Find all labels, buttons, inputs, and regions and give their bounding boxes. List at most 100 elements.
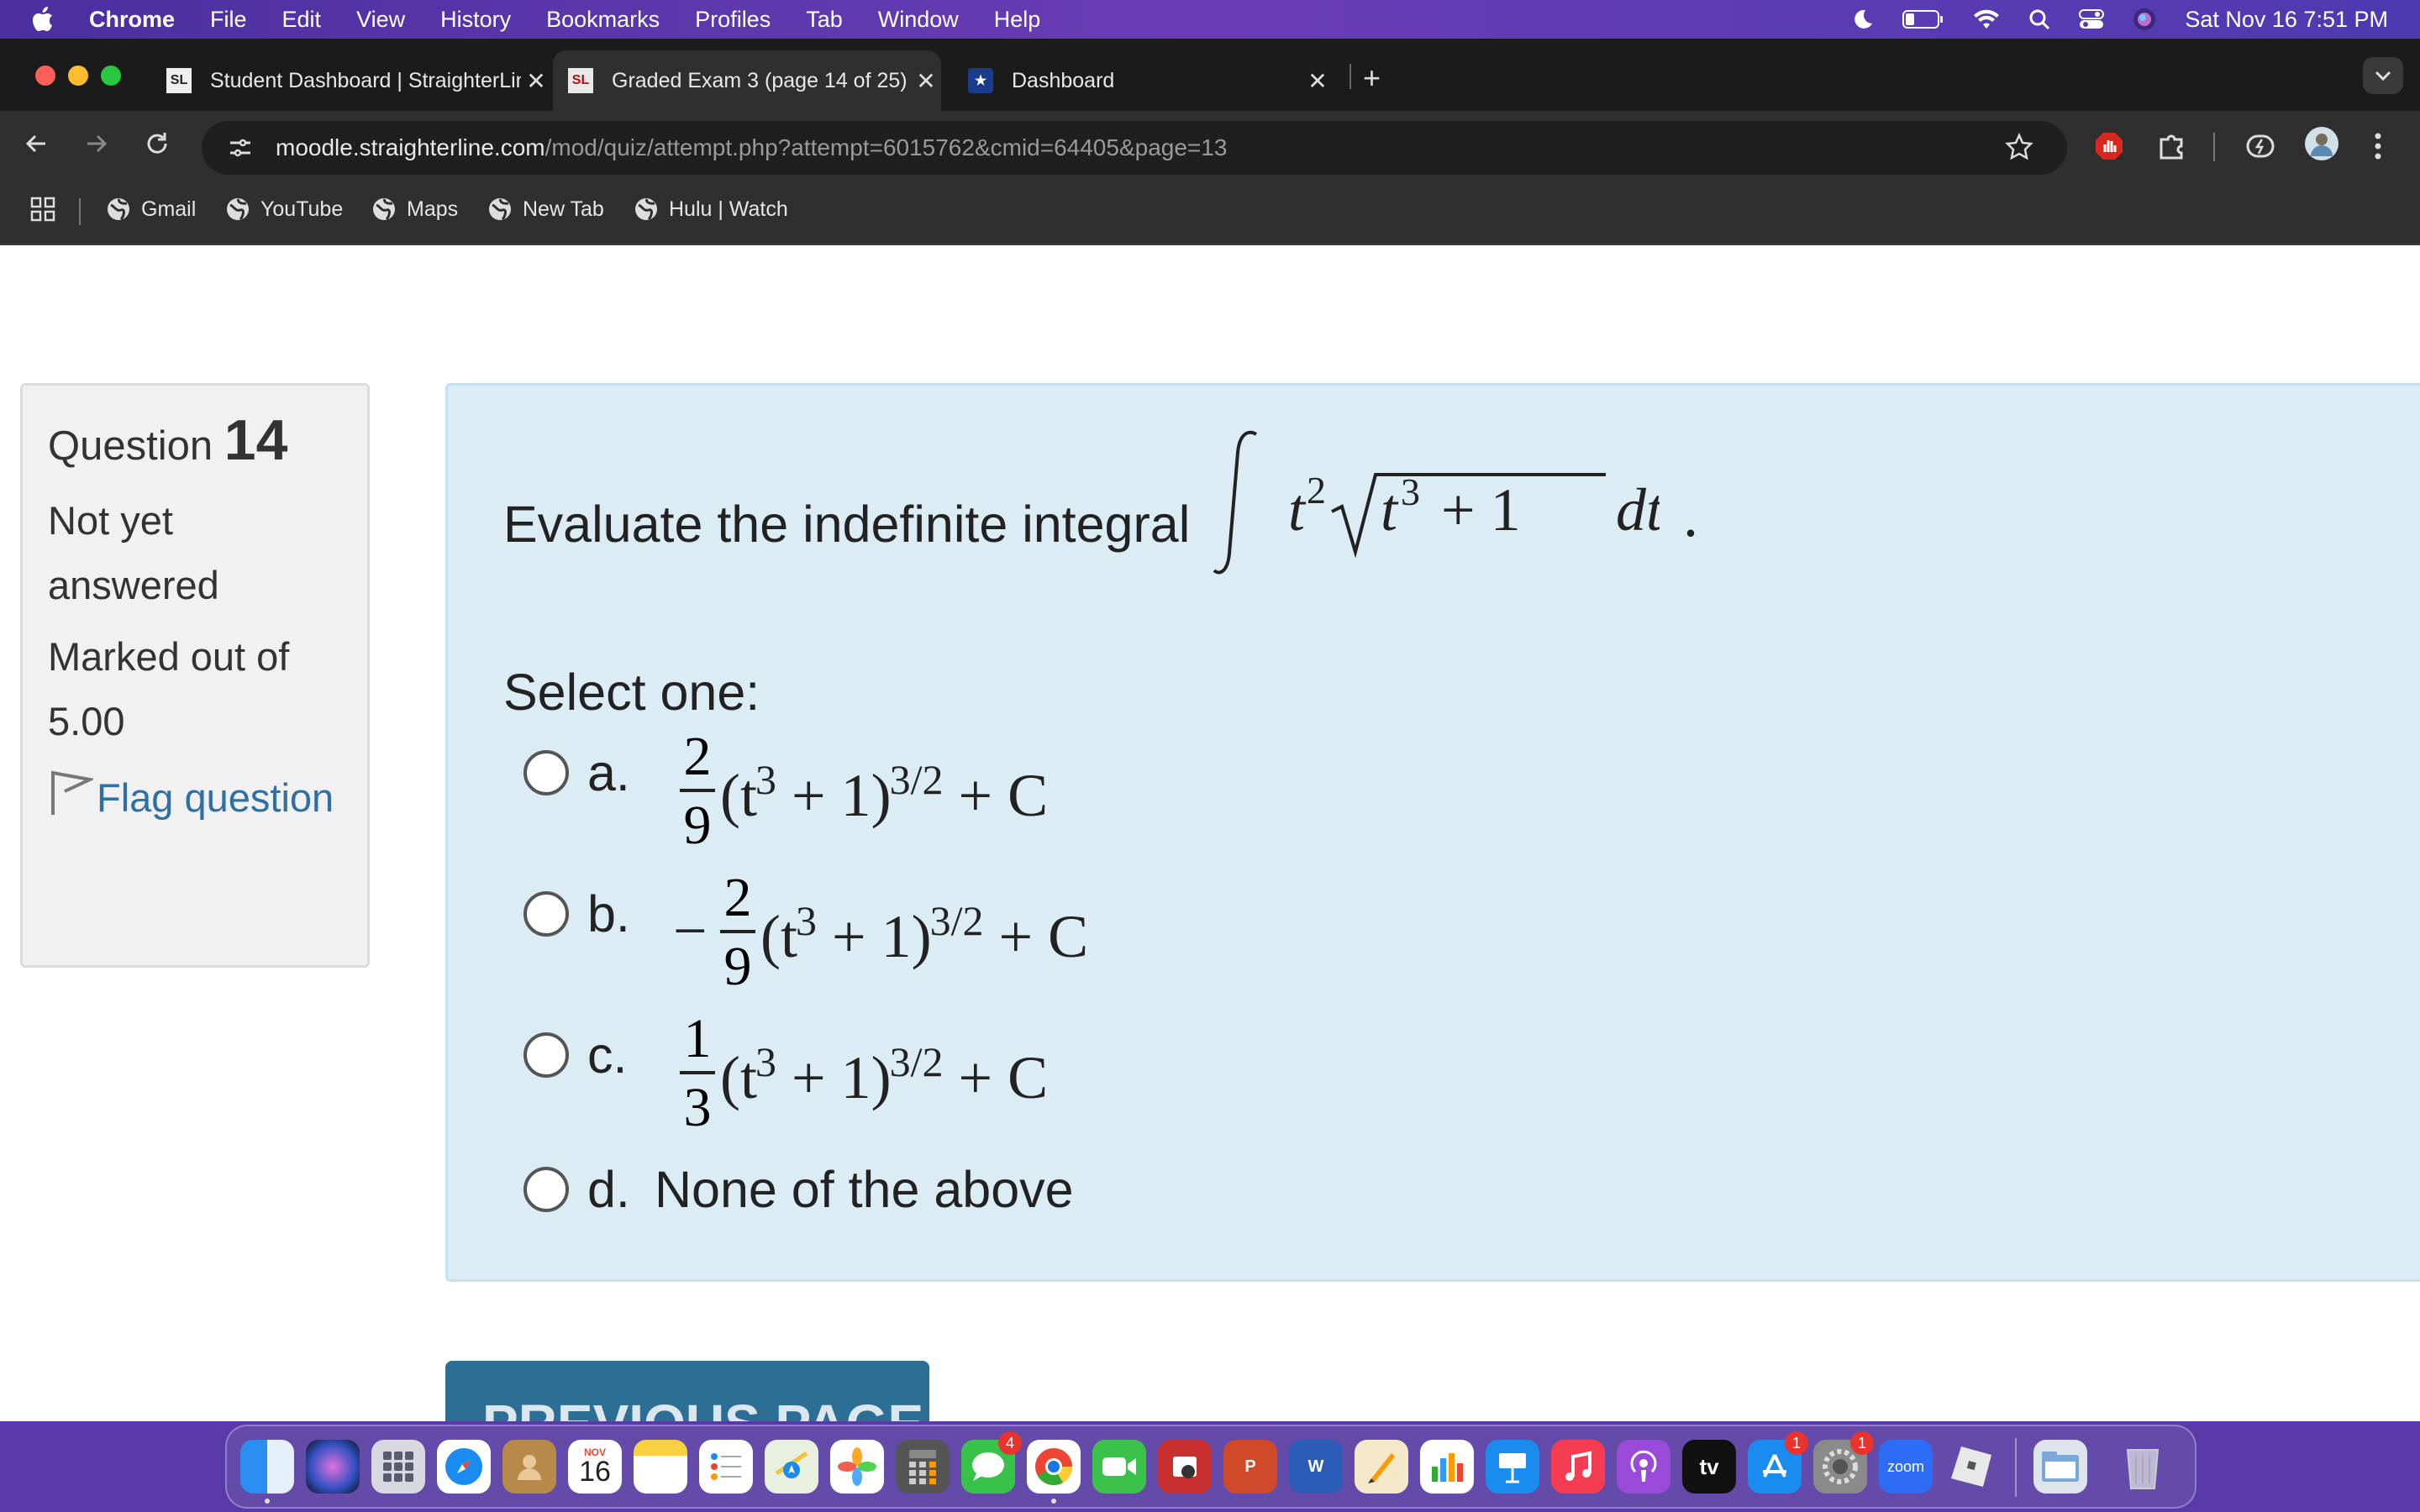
radio-option-b[interactable] xyxy=(523,891,569,937)
trash-icon[interactable] xyxy=(2116,1440,2170,1494)
battery-icon[interactable] xyxy=(1902,9,1944,29)
messages-icon[interactable]: 4 xyxy=(961,1431,1022,1494)
performance-leaf-icon[interactable] xyxy=(2245,131,2275,165)
maps-icon[interactable] xyxy=(765,1440,818,1494)
flag-question-link[interactable]: Flag question xyxy=(48,765,342,835)
close-tab-icon[interactable]: ✕ xyxy=(1302,67,1333,95)
profile-avatar[interactable] xyxy=(2304,126,2339,165)
apple-icon[interactable] xyxy=(32,7,57,32)
radio-option-d[interactable] xyxy=(523,1167,569,1212)
reminders-icon[interactable] xyxy=(699,1440,753,1494)
focus-moon-icon[interactable] xyxy=(1850,8,1874,31)
facetime-icon[interactable] xyxy=(1092,1440,1146,1494)
fraction-denominator: 3 xyxy=(683,1077,712,1138)
tab-title: Graded Exam 3 (page 14 of 25) xyxy=(612,68,908,92)
tab-dashboard[interactable]: ★ Dashboard ✕ xyxy=(963,50,1333,111)
close-tab-icon[interactable]: ✕ xyxy=(911,67,941,95)
safari-icon[interactable] xyxy=(437,1440,491,1494)
spotlight-search-icon[interactable] xyxy=(2028,8,2050,30)
bookmark-star-icon[interactable] xyxy=(2005,132,2033,165)
tab-student-dashboard[interactable]: SL Student Dashboard | StraighterLine ✕ xyxy=(165,50,551,111)
downloads-folder-icon[interactable] xyxy=(2033,1440,2087,1494)
navigation-toolbar: moodle.straighterline.com/mod/quiz/attem… xyxy=(0,111,2420,178)
chrome-icon[interactable] xyxy=(1027,1440,1081,1504)
menu-bookmarks[interactable]: Bookmarks xyxy=(546,7,660,33)
url-domain: moodle.straighterline.com xyxy=(276,134,545,160)
bookmark-youtube[interactable]: YouTube xyxy=(225,197,343,222)
more-options-icon[interactable] xyxy=(2373,131,2383,165)
root-exponent: 3 xyxy=(1401,470,1420,513)
tab-title: Dashboard xyxy=(1012,68,1115,92)
close-tab-icon[interactable]: ✕ xyxy=(521,67,551,95)
siri-app-icon[interactable] xyxy=(306,1440,360,1494)
forward-arrow-icon[interactable] xyxy=(82,129,111,162)
siri-icon[interactable] xyxy=(2133,8,2156,31)
previous-page-button[interactable]: PREVIOUS PAGE xyxy=(445,1361,929,1421)
back-arrow-icon[interactable] xyxy=(22,129,50,162)
menu-window[interactable]: Window xyxy=(878,7,959,33)
globe-icon xyxy=(106,197,131,222)
zoom-icon[interactable]: zoom xyxy=(1879,1440,1933,1494)
tab-title: Student Dashboard | StraighterLine xyxy=(210,68,521,92)
address-bar[interactable]: moodle.straighterline.com/mod/quiz/attem… xyxy=(202,121,2067,175)
menu-tab[interactable]: Tab xyxy=(806,7,843,33)
menu-view[interactable]: View xyxy=(356,7,405,33)
bookmark-new-tab[interactable]: New Tab xyxy=(487,197,604,222)
reload-icon[interactable] xyxy=(143,129,171,162)
zoom-window-button[interactable] xyxy=(101,66,121,86)
extensions-puzzle-icon[interactable] xyxy=(2156,131,2186,165)
wifi-icon[interactable] xyxy=(1973,8,2000,30)
launchpad-icon[interactable] xyxy=(371,1440,425,1494)
close-window-button[interactable] xyxy=(35,66,55,86)
calculator-icon[interactable] xyxy=(896,1440,950,1494)
radio-option-c[interactable] xyxy=(523,1032,569,1078)
roblox-icon[interactable] xyxy=(1944,1440,1998,1494)
word-icon[interactable]: W xyxy=(1289,1440,1343,1494)
option-c[interactable]: c. 1 3 (t3 + 1)3/2 + C xyxy=(523,1008,1532,1147)
web-page-content: Question 14 Not yet answered Marked out … xyxy=(0,245,2420,1421)
menu-app-name[interactable]: Chrome xyxy=(89,7,175,33)
photos-icon[interactable] xyxy=(830,1440,884,1494)
notes-icon[interactable] xyxy=(634,1440,687,1494)
apps-grid-icon[interactable] xyxy=(30,197,55,222)
fraction-numerator: 1 xyxy=(683,1008,712,1069)
menu-help[interactable]: Help xyxy=(994,7,1041,33)
pages-icon[interactable] xyxy=(1355,1440,1408,1494)
bookmark-label: Maps xyxy=(407,197,459,221)
app-store-icon[interactable]: 1 xyxy=(1748,1431,1808,1494)
bookmark-gmail[interactable]: Gmail xyxy=(106,197,196,222)
option-a[interactable]: a. 2 9 (t3 + 1)3/2 + C xyxy=(523,726,1532,864)
system-settings-icon[interactable]: 1 xyxy=(1813,1431,1874,1494)
keynote-icon[interactable] xyxy=(1486,1440,1539,1494)
powerpoint-icon[interactable]: P xyxy=(1223,1440,1277,1494)
bookmark-hulu[interactable]: Hulu | Watch xyxy=(634,197,788,222)
globe-icon xyxy=(225,197,250,222)
question-info-panel: Question 14 Not yet answered Marked out … xyxy=(20,383,370,968)
option-d[interactable]: d. None of the above xyxy=(523,1152,1532,1227)
calendar-icon[interactable]: NOV 16 xyxy=(568,1440,622,1494)
menu-file[interactable]: File xyxy=(210,7,247,33)
extension-stop-icon[interactable] xyxy=(2094,131,2124,165)
photo-booth-icon[interactable] xyxy=(1158,1440,1212,1494)
select-one-label: Select one: xyxy=(503,664,760,721)
control-center-icon[interactable] xyxy=(2079,8,2105,30)
numbers-icon[interactable] xyxy=(1420,1440,1474,1494)
finder-icon[interactable] xyxy=(240,1440,294,1504)
site-info-icon[interactable] xyxy=(215,129,266,166)
question-label: Question xyxy=(48,423,213,469)
radio-option-a[interactable] xyxy=(523,750,569,795)
contacts-icon[interactable] xyxy=(502,1440,556,1494)
minimize-window-button[interactable] xyxy=(68,66,88,86)
tab-graded-exam[interactable]: SL Graded Exam 3 (page 14 of 25) ✕ xyxy=(553,50,941,111)
apple-tv-icon[interactable]: tv xyxy=(1682,1440,1736,1494)
menu-edit[interactable]: Edit xyxy=(282,7,322,33)
music-icon[interactable] xyxy=(1551,1440,1605,1494)
clock-datetime[interactable]: Sat Nov 16 7:51 PM xyxy=(2185,7,2388,33)
podcasts-icon[interactable] xyxy=(1617,1440,1670,1494)
bookmark-maps[interactable]: Maps xyxy=(371,197,458,222)
menu-history[interactable]: History xyxy=(440,7,511,33)
tab-search-button[interactable] xyxy=(2363,57,2403,94)
menu-profiles[interactable]: Profiles xyxy=(695,7,771,33)
option-b[interactable]: b. − 2 9 (t3 + 1)3/2 + C xyxy=(523,867,1532,1005)
new-tab-button[interactable]: + xyxy=(1363,60,1381,96)
